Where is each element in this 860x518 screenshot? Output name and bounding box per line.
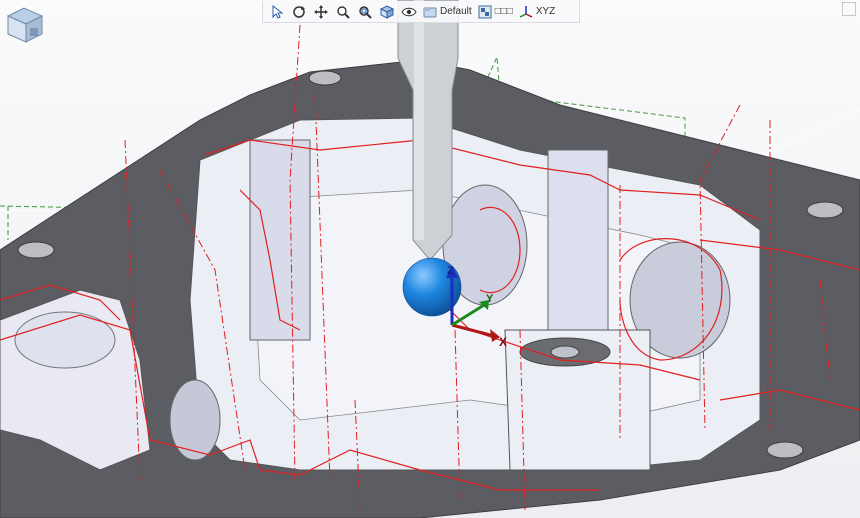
boss-front-hole bbox=[550, 345, 580, 359]
layer-label: □□□ bbox=[494, 6, 513, 17]
bore-hole-small bbox=[169, 379, 221, 461]
display-mode-label: Default bbox=[440, 6, 472, 17]
cad-scene[interactable]: X Y Z bbox=[0, 0, 860, 518]
axis-z-label: Z bbox=[447, 265, 454, 277]
view-orientation-icon bbox=[379, 4, 395, 19]
boss-left bbox=[249, 139, 311, 341]
rotate-button[interactable] bbox=[289, 2, 309, 22]
view-toolbar: Default □□□ XYZ bbox=[262, 1, 580, 23]
csys-dropdown[interactable]: XYZ bbox=[517, 2, 557, 22]
zoom-button[interactable] bbox=[333, 2, 353, 22]
axis-y-label: Y bbox=[486, 293, 494, 305]
visibility-button[interactable] bbox=[399, 2, 419, 22]
csys-label: XYZ bbox=[535, 6, 556, 17]
layer-icon bbox=[478, 5, 492, 18]
viewport-corner-button[interactable] bbox=[842, 2, 856, 16]
zoom-icon bbox=[337, 5, 350, 19]
display-mode-icon bbox=[423, 7, 437, 17]
zoom-fit-button[interactable] bbox=[355, 2, 375, 22]
3d-viewport[interactable]: X Y Z Default □□□ XYZ bbox=[0, 0, 860, 518]
select-cursor-button[interactable] bbox=[267, 2, 287, 22]
pan-button[interactable] bbox=[311, 2, 331, 22]
zoom-fit-icon bbox=[359, 5, 372, 19]
layer-dropdown[interactable]: □□□ bbox=[476, 2, 515, 22]
view-cube-icon bbox=[6, 7, 44, 43]
view-cube-widget[interactable] bbox=[4, 6, 46, 46]
view-orientation-button[interactable] bbox=[377, 2, 397, 22]
pan-icon bbox=[314, 4, 328, 19]
axis-x-label: X bbox=[499, 335, 507, 349]
rotate-icon bbox=[293, 5, 305, 18]
visibility-eye-icon bbox=[401, 7, 417, 16]
select-cursor-icon bbox=[272, 4, 284, 19]
csys-axes-icon bbox=[519, 5, 533, 18]
display-mode-dropdown[interactable]: Default bbox=[421, 2, 474, 22]
